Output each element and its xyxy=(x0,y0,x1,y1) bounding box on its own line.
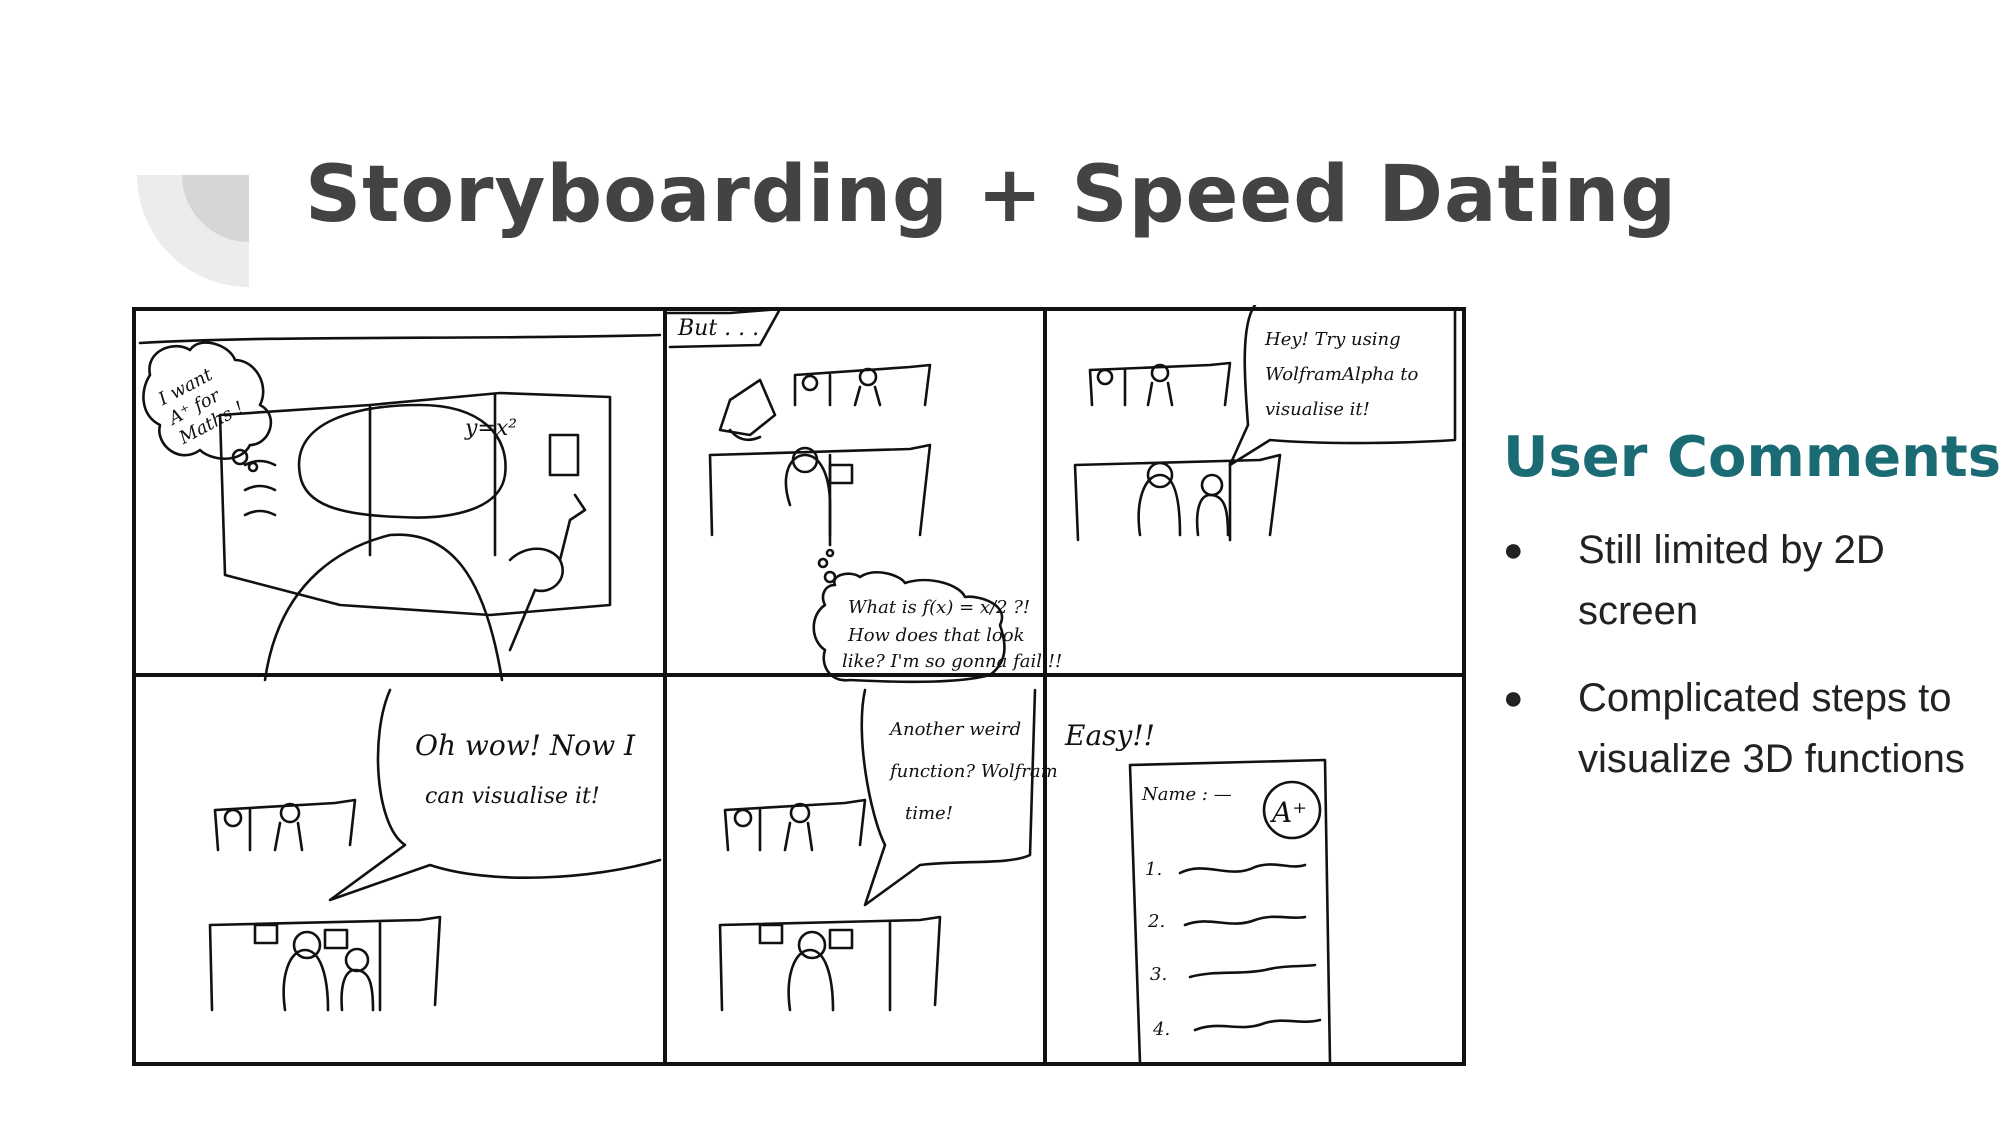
panel3-speech-line2: WolframAlpha to xyxy=(1265,364,1418,385)
user-comments-heading: User Comments xyxy=(1503,425,2000,490)
comment-text: Complicated steps to visualize 3D functi… xyxy=(1578,676,1965,781)
bullet-icon: ● xyxy=(1503,531,1524,569)
user-comments-list: ● Still limited by 2D screen ● Complicat… xyxy=(1503,520,1983,790)
panel6-item-1: 1. xyxy=(1145,859,1162,880)
panel4-speech-line1: Oh wow! Now I xyxy=(415,729,636,762)
slide: Storyboarding + Speed Dating y=x² I want… xyxy=(0,0,2000,1125)
panel5-speech-line3: time! xyxy=(905,803,953,824)
list-item: ● Still limited by 2D screen xyxy=(1503,520,1983,642)
bullet-icon: ● xyxy=(1503,679,1524,717)
storyboard-image: y=x² I want A⁺ for Maths ! But . . . Wha… xyxy=(130,303,1470,1070)
panel2-thought-line2: How does that look xyxy=(847,625,1024,646)
panel-2: But . . . What is f(x) = x/2 ?! How does… xyxy=(666,307,1062,684)
slide-title: Storyboarding + Speed Dating xyxy=(305,150,1678,240)
panel2-caption: But . . . xyxy=(677,316,759,341)
comment-text: Still limited by 2D screen xyxy=(1578,528,1885,633)
panel2-thought-line1: What is f(x) = x/2 ?! xyxy=(848,597,1030,618)
panel-1: y=x² I want A⁺ for Maths ! xyxy=(138,333,662,682)
corner-decoration xyxy=(137,175,249,287)
panel5-speech-line2: function? Wolfram xyxy=(888,761,1058,782)
panel3-speech-line1: Hey! Try using xyxy=(1264,329,1401,350)
panel1-board-formula: y=x² xyxy=(464,416,517,441)
panel6-paper-name: Name : — xyxy=(1141,784,1232,805)
panel-6: Easy!! Name : — A⁺ 1. 2. 3. 4. xyxy=(1064,719,1332,1065)
panel6-item-3: 3. xyxy=(1150,964,1167,985)
panel6-grade: A⁺ xyxy=(1269,796,1307,829)
list-item: ● Complicated steps to visualize 3D func… xyxy=(1503,668,1983,790)
panel6-item-4: 4. xyxy=(1152,1019,1170,1040)
panel3-speech-line3: visualise it! xyxy=(1265,399,1370,420)
panel6-item-2: 2. xyxy=(1147,911,1165,932)
panel4-speech-line2: can visualise it! xyxy=(425,784,600,809)
panel-3: Hey! Try using WolframAlpha to visualise… xyxy=(1073,303,1457,542)
panel-5: Another weird function? Wolfram time! xyxy=(718,688,1058,1012)
user-comments-section: User Comments ● Still limited by 2D scre… xyxy=(1503,425,2000,816)
panel6-caption: Easy!! xyxy=(1064,719,1155,752)
panel5-speech-line1: Another weird xyxy=(888,719,1021,740)
storyboard-sketch: y=x² I want A⁺ for Maths ! But . . . Wha… xyxy=(132,303,1466,1066)
panel2-thought-line3: like? I'm so gonna fail !! xyxy=(842,651,1062,672)
panel-4: Oh wow! Now I can visualise it! xyxy=(208,688,662,1012)
